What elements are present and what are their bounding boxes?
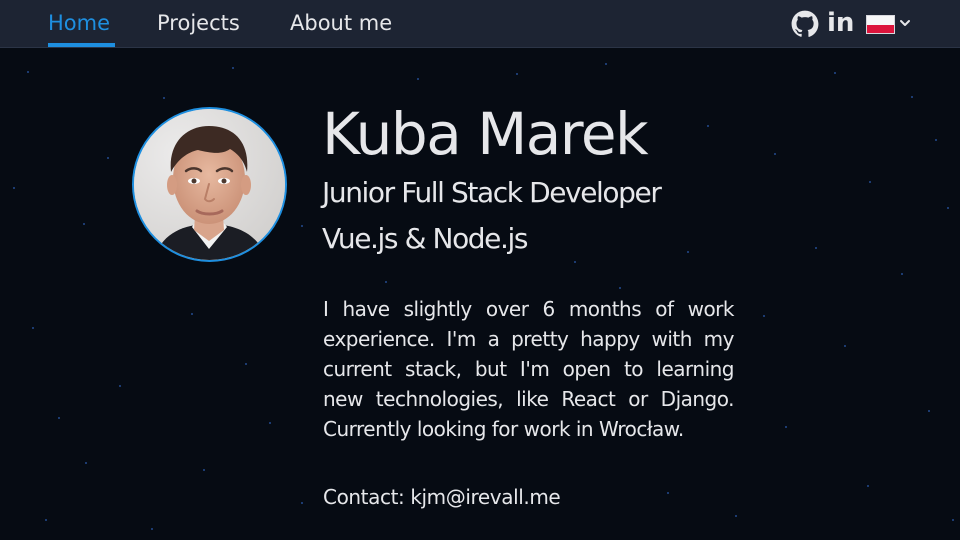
poland-flag-icon bbox=[866, 15, 895, 34]
profile-photo bbox=[134, 109, 285, 260]
github-icon[interactable] bbox=[791, 10, 819, 38]
nav-about-link[interactable]: About me bbox=[290, 9, 392, 37]
chevron-down-icon bbox=[900, 20, 910, 26]
profile-name: Kuba Marek bbox=[322, 100, 649, 168]
contact-line: Contact: kjm@irevall.me bbox=[323, 482, 561, 512]
profile-avatar bbox=[132, 107, 287, 262]
profile-role: Junior Full Stack Developer bbox=[322, 176, 662, 209]
language-selector[interactable] bbox=[866, 14, 914, 36]
contact-label: Contact: bbox=[323, 485, 411, 509]
nav-projects-link[interactable]: Projects bbox=[157, 9, 240, 37]
top-navigation: Home Projects About me in bbox=[0, 0, 960, 48]
page: Home Projects About me in Kuba Marek Jun… bbox=[0, 0, 960, 540]
profile-stack: Vue.js & Node.js bbox=[322, 222, 528, 255]
nav-home-link[interactable]: Home bbox=[48, 9, 110, 37]
active-tab-indicator bbox=[48, 43, 115, 47]
profile-bio: I have slightly over 6 months of work ex… bbox=[323, 297, 735, 441]
starfield-background bbox=[13, 63, 954, 530]
linkedin-icon[interactable]: in bbox=[827, 7, 854, 39]
contact-email-link[interactable]: kjm@irevall.me bbox=[410, 485, 560, 509]
